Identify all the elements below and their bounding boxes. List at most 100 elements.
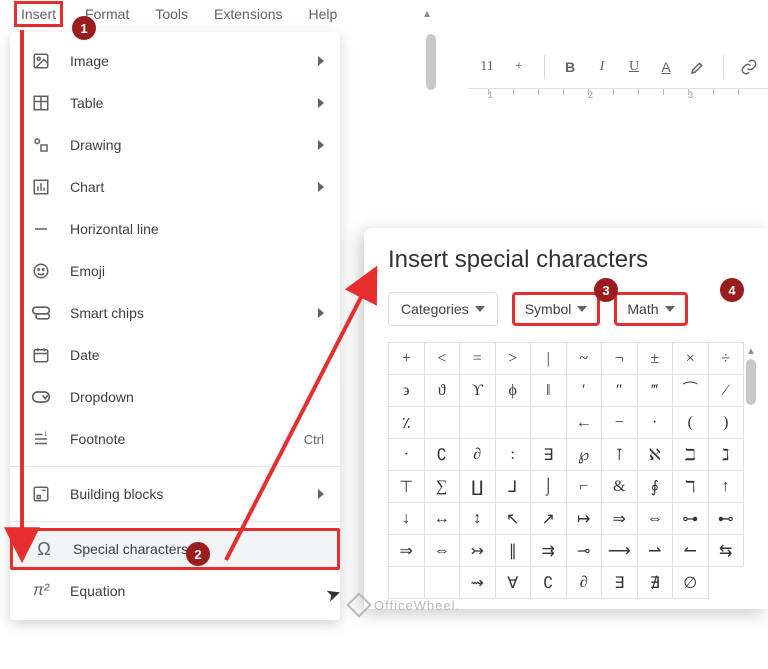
character-cell[interactable]: ( [673, 407, 709, 439]
character-cell[interactable]: ∁ [425, 439, 461, 471]
character-cell[interactable]: ‴ [638, 375, 674, 407]
underline-button[interactable]: U [621, 53, 647, 81]
menu-item-special-characters[interactable]: Ω Special characters [10, 528, 340, 570]
character-cell[interactable]: ↣ [460, 535, 496, 567]
character-cell[interactable]: < [425, 343, 461, 375]
character-cell[interactable]: ℘ [567, 439, 603, 471]
character-cell[interactable]: > [496, 343, 532, 375]
character-cell[interactable]: ∁ [531, 567, 567, 599]
character-cell[interactable]: ℶ [673, 439, 709, 471]
menu-item-emoji[interactable]: Emoji [10, 250, 340, 292]
character-cell[interactable]: ϒ [460, 375, 496, 407]
character-cell[interactable]: ⌐ [567, 471, 603, 503]
menu-item-hrule[interactable]: Horizontal line [10, 208, 340, 250]
character-cell[interactable]: ∮ [638, 471, 674, 503]
character-cell[interactable]: ⊺ [602, 439, 638, 471]
character-cell[interactable]: ⊸ [567, 535, 603, 567]
font-size-value[interactable]: 11 [474, 53, 500, 81]
character-cell[interactable]: ⇉ [531, 535, 567, 567]
character-cell[interactable]: ″ [602, 375, 638, 407]
character-cell[interactable]: ∥ [496, 535, 532, 567]
character-cell[interactable]: ~ [567, 343, 603, 375]
character-cell[interactable]: ⇒ [389, 535, 425, 567]
character-cell[interactable]: ⇆ [709, 535, 745, 567]
insert-link-button[interactable] [736, 53, 762, 81]
character-cell[interactable]: ϕ [496, 375, 532, 407]
character-cell[interactable]: · [389, 439, 425, 471]
categories-dropdown[interactable]: Categories [388, 292, 498, 326]
menu-item-smartchips[interactable]: Smart chips [10, 292, 340, 334]
character-cell[interactable]: ∂ [460, 439, 496, 471]
character-cell[interactable]: ↗ [531, 503, 567, 535]
character-cell[interactable]: ℸ [673, 471, 709, 503]
character-cell[interactable]: ⟶ [602, 535, 638, 567]
character-cell[interactable]: + [389, 343, 425, 375]
menu-item-building-blocks[interactable]: Building blocks [10, 473, 340, 515]
character-cell[interactable]: ÷ [709, 343, 745, 375]
character-cell[interactable]: ⊶ [673, 503, 709, 535]
character-cell[interactable]: ∃ [602, 567, 638, 599]
highlight-button[interactable] [685, 53, 711, 81]
character-cell[interactable]: ⇒ [602, 503, 638, 535]
character-cell[interactable]: ⇝ [460, 567, 496, 599]
character-cell[interactable]: ↖ [496, 503, 532, 535]
character-cell[interactable]: ∃ [531, 439, 567, 471]
character-cell[interactable]: & [602, 471, 638, 503]
character-cell[interactable]: ℵ [638, 439, 674, 471]
menu-item-drawing[interactable]: Drawing [10, 124, 340, 166]
symbol-dropdown[interactable]: Symbol [512, 292, 601, 326]
grid-scrollbar[interactable]: ▴ [744, 342, 758, 599]
scrollbar-arrow-up-icon[interactable]: ▴ [424, 6, 430, 20]
text-color-button[interactable]: A [653, 53, 679, 81]
font-size-increase[interactable]: + [506, 53, 532, 81]
character-cell[interactable]: ¬ [602, 343, 638, 375]
character-cell[interactable]: ↔ [425, 503, 461, 535]
menu-tools[interactable]: Tools [151, 4, 192, 24]
character-cell[interactable]: ⅃ [496, 471, 532, 503]
character-cell[interactable]: = [460, 343, 496, 375]
character-cell[interactable]: ∑ [425, 471, 461, 503]
character-cell[interactable]: ∕ [709, 375, 745, 407]
character-cell[interactable]: ⇔ [638, 503, 674, 535]
character-cell[interactable]: ← [567, 407, 603, 439]
character-cell[interactable]: ∄ [638, 567, 674, 599]
character-cell[interactable]: ↓ [389, 503, 425, 535]
character-cell[interactable]: ′ [567, 375, 603, 407]
scrollbar-arrow-up-icon[interactable]: ▴ [748, 344, 754, 357]
scrollbar-thumb[interactable] [426, 34, 436, 90]
character-cell[interactable]: | [531, 343, 567, 375]
character-cell[interactable]: ϑ [425, 375, 461, 407]
character-cell[interactable]: ⊤ [389, 471, 425, 503]
character-cell[interactable]: ⇔ [425, 535, 461, 567]
character-cell[interactable]: ∀ [496, 567, 532, 599]
character-cell[interactable]: ↕ [460, 503, 496, 535]
menu-item-equation[interactable]: π² Equation [10, 570, 340, 612]
character-cell[interactable]: ∙ [638, 407, 674, 439]
character-cell[interactable]: ∐ [460, 471, 496, 503]
scrollbar-thumb[interactable] [746, 359, 756, 405]
character-cell[interactable]: ⌡ [531, 471, 567, 503]
character-cell[interactable]: ↑ [709, 471, 745, 503]
menu-help[interactable]: Help [305, 4, 342, 24]
menu-item-dropdown[interactable]: Dropdown [10, 376, 340, 418]
character-cell[interactable]: ⊷ [709, 503, 745, 535]
character-cell[interactable]: ) [709, 407, 745, 439]
character-cell[interactable]: ٪ [389, 407, 425, 439]
character-cell[interactable]: ℷ [709, 439, 745, 471]
character-cell[interactable]: − [602, 407, 638, 439]
character-cell[interactable]: ∂ [567, 567, 603, 599]
bold-button[interactable]: B [557, 53, 583, 81]
menu-item-footnote[interactable]: 1 Footnote Ctrl [10, 418, 340, 460]
character-cell[interactable]: : [496, 439, 532, 471]
character-cell[interactable]: ϶ [389, 375, 425, 407]
character-cell[interactable]: × [673, 343, 709, 375]
menu-item-chart[interactable]: Chart [10, 166, 340, 208]
menu-insert[interactable]: Insert [14, 1, 63, 27]
menu-item-date[interactable]: Date [10, 334, 340, 376]
italic-button[interactable]: I [589, 53, 615, 81]
character-cell[interactable]: ↦ [567, 503, 603, 535]
character-cell[interactable]: ∅ [673, 567, 709, 599]
character-cell[interactable]: ± [638, 343, 674, 375]
character-cell[interactable]: ‖ [531, 375, 567, 407]
character-cell[interactable]: ⇀ [638, 535, 674, 567]
